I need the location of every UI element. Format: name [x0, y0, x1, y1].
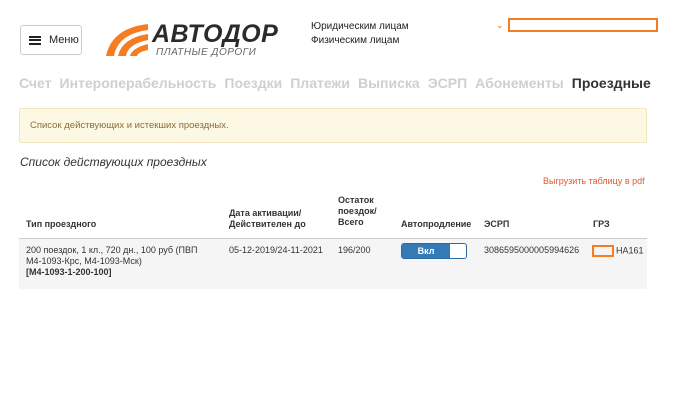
hamburger-icon [29, 35, 41, 45]
info-notice: Список действующих и истекших проездных. [19, 108, 647, 143]
redacted-plate-number [592, 245, 614, 257]
pass-description-line1: 200 поездок, 1 кл., 720 дн., 100 руб (ПВ… [26, 245, 198, 255]
section-title: Список действующих проездных [20, 155, 207, 169]
autorenew-toggle-on-label: Вкл [402, 244, 450, 258]
audience-links: Юридическим лицам Физическим лицам [311, 20, 409, 48]
menu-button-label: Меню [49, 34, 79, 46]
logo[interactable]: АВТОДОР ПЛАТНЫЕ ДОРОГИ [104, 20, 294, 62]
tab-interoperability[interactable]: Интероперабельность [60, 75, 217, 91]
header-dates-line1: Дата активации/ [229, 208, 302, 218]
plate-suffix: НА161 [616, 245, 644, 256]
logo-subtitle: ПЛАТНЫЕ ДОРОГИ [156, 47, 257, 58]
redacted-account-name [507, 18, 658, 32]
tab-esrp[interactable]: ЭСРП [428, 75, 467, 91]
legal-entities-link[interactable]: Юридическим лицам [311, 20, 409, 34]
cell-grz: НА161 [592, 245, 644, 257]
cell-remaining: 196/200 [338, 245, 371, 255]
pass-code: [M4-1093-1-200-100] [26, 267, 112, 277]
tab-trips[interactable]: Поездки [224, 75, 282, 91]
tab-statement[interactable]: Выписка [358, 75, 420, 91]
tab-account[interactable]: Счет [19, 75, 52, 91]
road-logo-icon [106, 24, 148, 56]
autorenew-toggle[interactable]: Вкл [401, 243, 467, 259]
header-dates-line2: Действителен до [229, 219, 306, 229]
header-remaining-line1: Остаток [338, 195, 374, 205]
header-autorenew: Автопродление [401, 219, 472, 229]
tab-payments[interactable]: Платежи [290, 75, 350, 91]
cell-esrp: 3086595000005994626 [484, 245, 580, 255]
header-grz: ГРЗ [593, 219, 610, 229]
tab-subscriptions[interactable]: Абонементы [475, 75, 564, 91]
header-remaining-line2: поездок/ [338, 206, 377, 216]
pass-description-line2: М4-1093-Крс, М4-1093-Мск) [26, 256, 142, 266]
header-esrp: ЭСРП [484, 219, 510, 229]
header-remaining-line3: Всего [338, 217, 364, 227]
cell-dates: 05-12-2019/24-11-2021 [229, 245, 323, 255]
menu-button[interactable]: Меню [20, 25, 82, 55]
logo-title: АВТОДОР [152, 20, 279, 48]
tab-passes[interactable]: Проездные [572, 75, 651, 91]
export-pdf-link[interactable]: Выгрузить таблицу в pdf [543, 176, 645, 186]
header-dates: Дата активации/ Действителен до [229, 208, 306, 230]
chevron-down-icon: ⌄ [496, 19, 504, 30]
nav-tabs: Счет Интероперабельность Поездки Платежи… [19, 75, 659, 91]
individuals-link[interactable]: Физическим лицам [311, 34, 409, 48]
header-type: Тип проездного [26, 219, 97, 229]
account-dropdown[interactable]: ⌄ [496, 18, 658, 32]
header-remaining: Остаток поездок/ Всего [338, 195, 377, 228]
cell-type: 200 поездок, 1 кл., 720 дн., 100 руб (ПВ… [26, 245, 197, 278]
